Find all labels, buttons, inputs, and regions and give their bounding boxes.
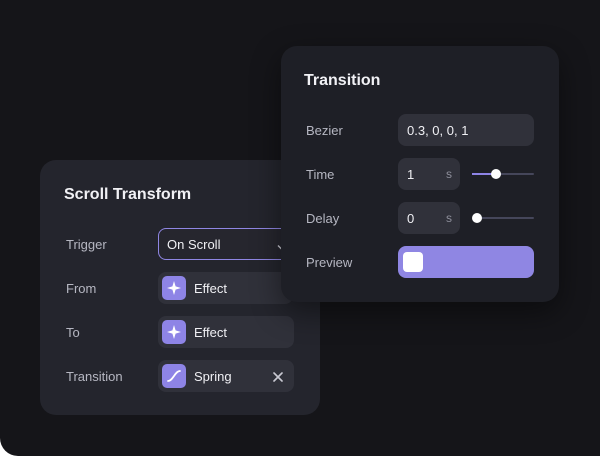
scroll-transform-panel: Scroll Transform Trigger From Effect To … <box>40 160 320 415</box>
to-field[interactable]: Effect <box>158 316 294 348</box>
bezier-label: Bezier <box>306 123 343 138</box>
from-value: Effect <box>194 281 228 296</box>
sparkle-icon <box>162 320 186 344</box>
transition-value: Spring <box>194 369 232 384</box>
ease-curve-icon <box>162 364 186 388</box>
to-label: To <box>66 325 80 340</box>
trigger-value: On Scroll <box>167 237 221 252</box>
time-unit: s <box>446 167 452 181</box>
delay-input[interactable]: 0 s <box>398 202 460 234</box>
delay-slider-thumb[interactable] <box>472 213 482 223</box>
close-icon[interactable] <box>272 370 284 382</box>
time-value: 1 <box>407 167 415 182</box>
time-slider[interactable] <box>472 169 534 179</box>
from-label: From <box>66 281 97 296</box>
canvas-background: Scroll Transform Trigger From Effect To … <box>0 0 600 456</box>
preview-label: Preview <box>306 255 353 270</box>
panel-title: Transition <box>304 72 381 89</box>
panel-title: Scroll Transform <box>64 186 192 203</box>
delay-value: 0 <box>407 211 415 226</box>
from-field[interactable]: Effect <box>158 272 293 304</box>
preview-swatch <box>403 252 423 272</box>
trigger-label: Trigger <box>66 237 107 252</box>
preview-button[interactable] <box>398 246 534 278</box>
to-value: Effect <box>194 325 228 340</box>
transition-field[interactable]: Spring <box>158 360 294 392</box>
delay-label: Delay <box>306 211 340 226</box>
delay-slider[interactable] <box>472 213 534 223</box>
sparkle-icon <box>162 276 186 300</box>
bezier-value: 0.3, 0, 0, 1 <box>407 123 469 138</box>
time-input[interactable]: 1 s <box>398 158 460 190</box>
trigger-dropdown[interactable]: On Scroll <box>158 228 293 260</box>
transition-label: Transition <box>66 369 123 384</box>
time-slider-thumb[interactable] <box>490 169 501 179</box>
bezier-input[interactable]: 0.3, 0, 0, 1 <box>398 114 534 146</box>
time-label: Time <box>306 167 335 182</box>
delay-unit: s <box>446 211 452 225</box>
